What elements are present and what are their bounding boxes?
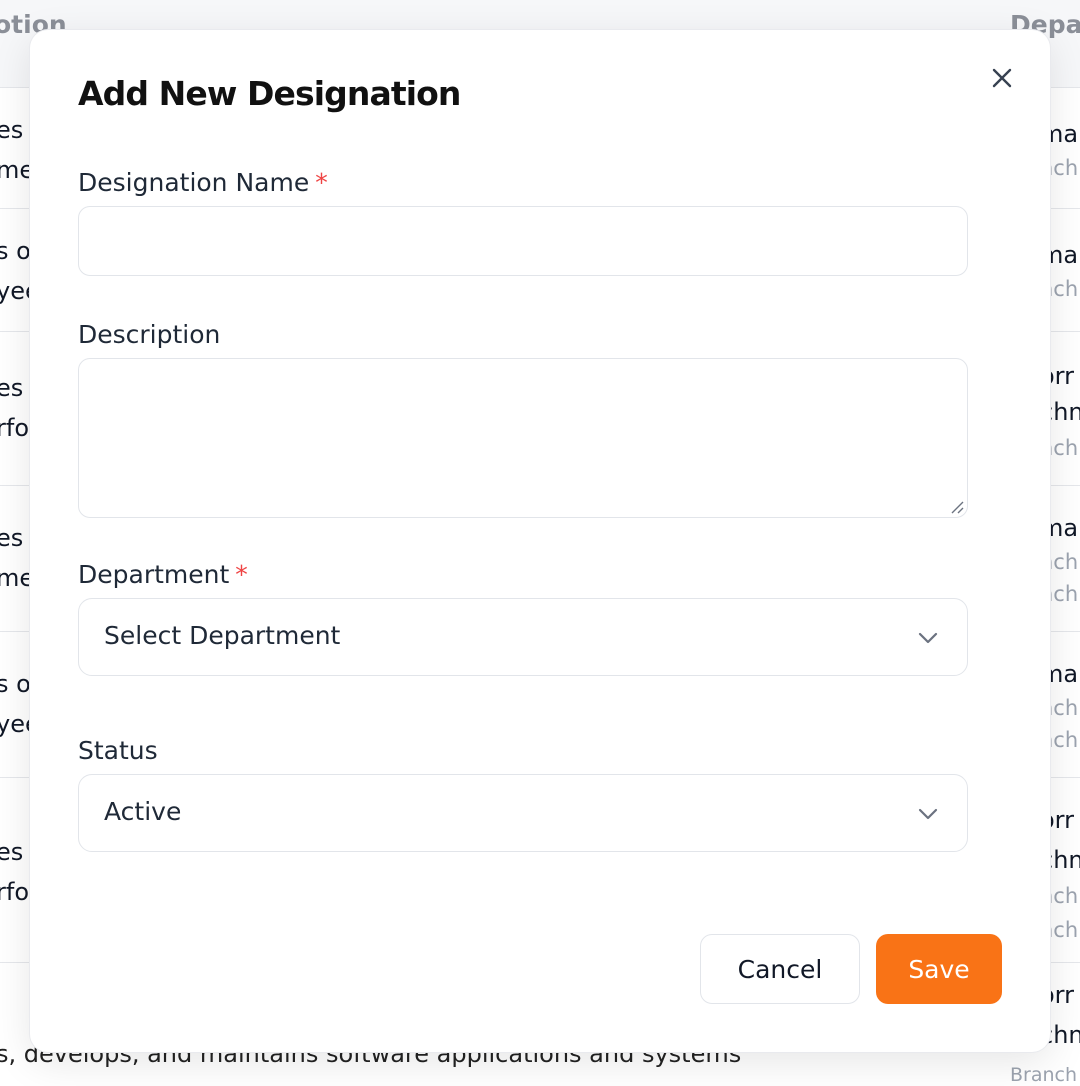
required-asterisk: * [235, 560, 248, 589]
department-label-text: Department [78, 560, 230, 589]
cancel-button[interactable]: Cancel [700, 934, 860, 1004]
add-designation-modal: Add New Designation Designation Name * De… [30, 30, 1050, 1052]
department-selected-value: Select Department [104, 621, 341, 650]
description-cell: rfo [0, 878, 29, 906]
description-textarea[interactable] [78, 358, 968, 518]
description-cell: es [0, 838, 24, 866]
modal-title: Add New Designation [78, 74, 461, 113]
description-cell: es [0, 524, 24, 552]
description-cell: rfo [0, 414, 29, 442]
status-select[interactable]: Active [78, 774, 968, 852]
save-button[interactable]: Save [876, 934, 1002, 1004]
status-selected-value: Active [104, 797, 182, 826]
designation-name-label: Designation Name * [78, 168, 328, 197]
description-cell: s o [0, 670, 31, 698]
designation-name-input[interactable] [78, 206, 968, 276]
close-button[interactable] [984, 60, 1020, 96]
description-label: Description [78, 320, 221, 349]
status-label: Status [78, 736, 158, 765]
designation-name-label-text: Designation Name [78, 168, 310, 197]
description-cell: es [0, 374, 24, 402]
chevron-down-icon [918, 632, 938, 644]
close-icon [992, 68, 1012, 88]
chevron-down-icon [918, 808, 938, 820]
description-cell: s o [0, 237, 31, 265]
department-select[interactable]: Select Department [78, 598, 968, 676]
department-label: Department * [78, 560, 248, 589]
branch-cell: Branch [1010, 1064, 1078, 1086]
description-cell: es [0, 116, 24, 144]
resize-handle-icon[interactable] [949, 499, 965, 515]
required-asterisk: * [315, 168, 328, 197]
